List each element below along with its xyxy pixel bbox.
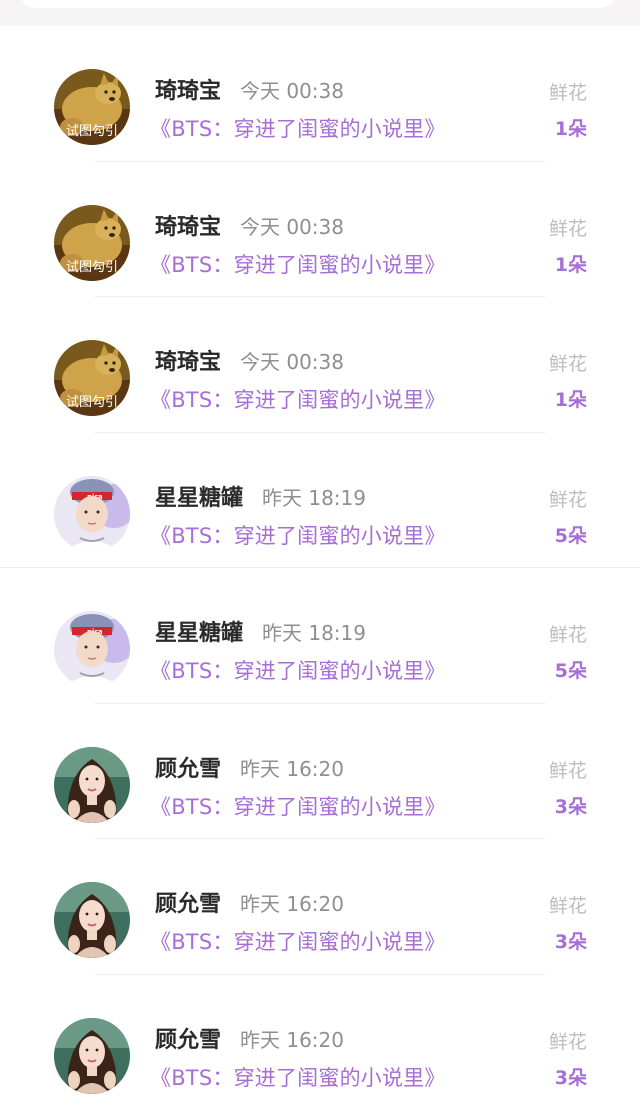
avatar-caption: 试图勾引	[66, 260, 118, 275]
gift-type-label: 鲜花	[549, 756, 587, 783]
book-title-link[interactable]: 《BTS：穿进了闺蜜的小说里》	[150, 1062, 446, 1092]
gift-count: 3朵	[555, 792, 587, 819]
gift-type-label: 鲜花	[549, 78, 587, 105]
user-name: 星星糖罐	[155, 615, 243, 647]
user-name: 顾允雪	[155, 886, 221, 918]
timestamp: 昨天 16:20	[240, 1024, 344, 1053]
avatar-caption: 试图勾引	[66, 395, 118, 410]
gift-count: 1朵	[555, 385, 587, 412]
timestamp: 昨天 18:19	[262, 617, 366, 646]
timestamp: 今天 00:38	[240, 346, 344, 375]
avatar[interactable]: 试图勾引	[54, 69, 130, 145]
user-name: 顾允雪	[155, 1022, 221, 1054]
user-name: 星星糖罐	[155, 480, 243, 512]
avatar[interactable]: pira	[54, 611, 130, 687]
user-name: 琦琦宝	[155, 344, 221, 376]
book-title-link[interactable]: 《BTS：穿进了闺蜜的小说里》	[150, 384, 446, 414]
list-item[interactable]: pira 星星糖罐 昨天 18:19 《BTS：穿进了闺蜜的小说里》 鲜花 5朵	[0, 433, 640, 569]
book-title-link[interactable]: 《BTS：穿进了闺蜜的小说里》	[150, 791, 446, 821]
gift-type-label: 鲜花	[549, 1027, 587, 1054]
user-name: 琦琦宝	[155, 73, 221, 105]
avatar[interactable]	[54, 1018, 130, 1094]
gift-count: 1朵	[555, 114, 587, 141]
avatar[interactable]: 试图勾引	[54, 340, 130, 416]
list-item[interactable]: 试图勾引 琦琦宝 今天 00:38 《BTS：穿进了闺蜜的小说里》 鲜花 1朵	[0, 26, 640, 162]
avatar[interactable]: pira	[54, 476, 130, 552]
book-title-link[interactable]: 《BTS：穿进了闺蜜的小说里》	[150, 655, 446, 685]
dog-avatar-icon: 试图勾引	[54, 69, 130, 145]
user-name: 琦琦宝	[155, 209, 221, 241]
timestamp: 昨天 18:19	[262, 482, 366, 511]
timestamp: 昨天 16:20	[240, 753, 344, 782]
dog-avatar-icon: 试图勾引	[54, 205, 130, 281]
woman-avatar-icon	[54, 1018, 130, 1094]
timestamp: 今天 00:38	[240, 211, 344, 240]
list-item[interactable]: 试图勾引 琦琦宝 今天 00:38 《BTS：穿进了闺蜜的小说里》 鲜花 1朵	[0, 297, 640, 433]
search-bar[interactable]	[18, 0, 618, 8]
book-title-link[interactable]: 《BTS：穿进了闺蜜的小说里》	[150, 926, 446, 956]
avatar[interactable]: 试图勾引	[54, 205, 130, 281]
list-item[interactable]: 试图勾引 琦琦宝 今天 00:38 《BTS：穿进了闺蜜的小说里》 鲜花 1朵	[0, 162, 640, 298]
gift-type-label: 鲜花	[549, 349, 587, 376]
book-title-link[interactable]: 《BTS：穿进了闺蜜的小说里》	[150, 113, 446, 143]
gift-type-label: 鲜花	[549, 891, 587, 918]
top-bar	[0, 0, 640, 26]
gift-count: 1朵	[555, 250, 587, 277]
gift-count: 5朵	[555, 656, 587, 683]
avatar[interactable]	[54, 882, 130, 958]
gift-count: 5朵	[555, 521, 587, 548]
list-item[interactable]: 顾允雪 昨天 16:20 《BTS：穿进了闺蜜的小说里》 鲜花 3朵	[0, 975, 640, 1110]
timestamp: 今天 00:38	[240, 75, 344, 104]
avatar[interactable]	[54, 747, 130, 823]
book-title-link[interactable]: 《BTS：穿进了闺蜜的小说里》	[150, 249, 446, 279]
avatar-caption: 试图勾引	[66, 124, 118, 139]
gift-record-list: 试图勾引 琦琦宝 今天 00:38 《BTS：穿进了闺蜜的小说里》 鲜花 1朵 …	[0, 26, 640, 1110]
book-title-link[interactable]: 《BTS：穿进了闺蜜的小说里》	[150, 520, 446, 550]
gift-type-label: 鲜花	[549, 214, 587, 241]
timestamp: 昨天 16:20	[240, 888, 344, 917]
gift-count: 3朵	[555, 927, 587, 954]
gift-type-label: 鲜花	[549, 620, 587, 647]
woman-avatar-icon	[54, 882, 130, 958]
list-item[interactable]: pira 星星糖罐 昨天 18:19 《BTS：穿进了闺蜜的小说里》 鲜花 5朵	[0, 568, 640, 704]
woman-avatar-icon	[54, 747, 130, 823]
man-avatar-icon: pira	[54, 476, 130, 552]
user-name: 顾允雪	[155, 751, 221, 783]
list-item[interactable]: 顾允雪 昨天 16:20 《BTS：穿进了闺蜜的小说里》 鲜花 3朵	[0, 839, 640, 975]
man-avatar-icon: pira	[54, 611, 130, 687]
dog-avatar-icon: 试图勾引	[54, 340, 130, 416]
list-item[interactable]: 顾允雪 昨天 16:20 《BTS：穿进了闺蜜的小说里》 鲜花 3朵	[0, 704, 640, 840]
gift-count: 3朵	[555, 1063, 587, 1090]
gift-type-label: 鲜花	[549, 485, 587, 512]
